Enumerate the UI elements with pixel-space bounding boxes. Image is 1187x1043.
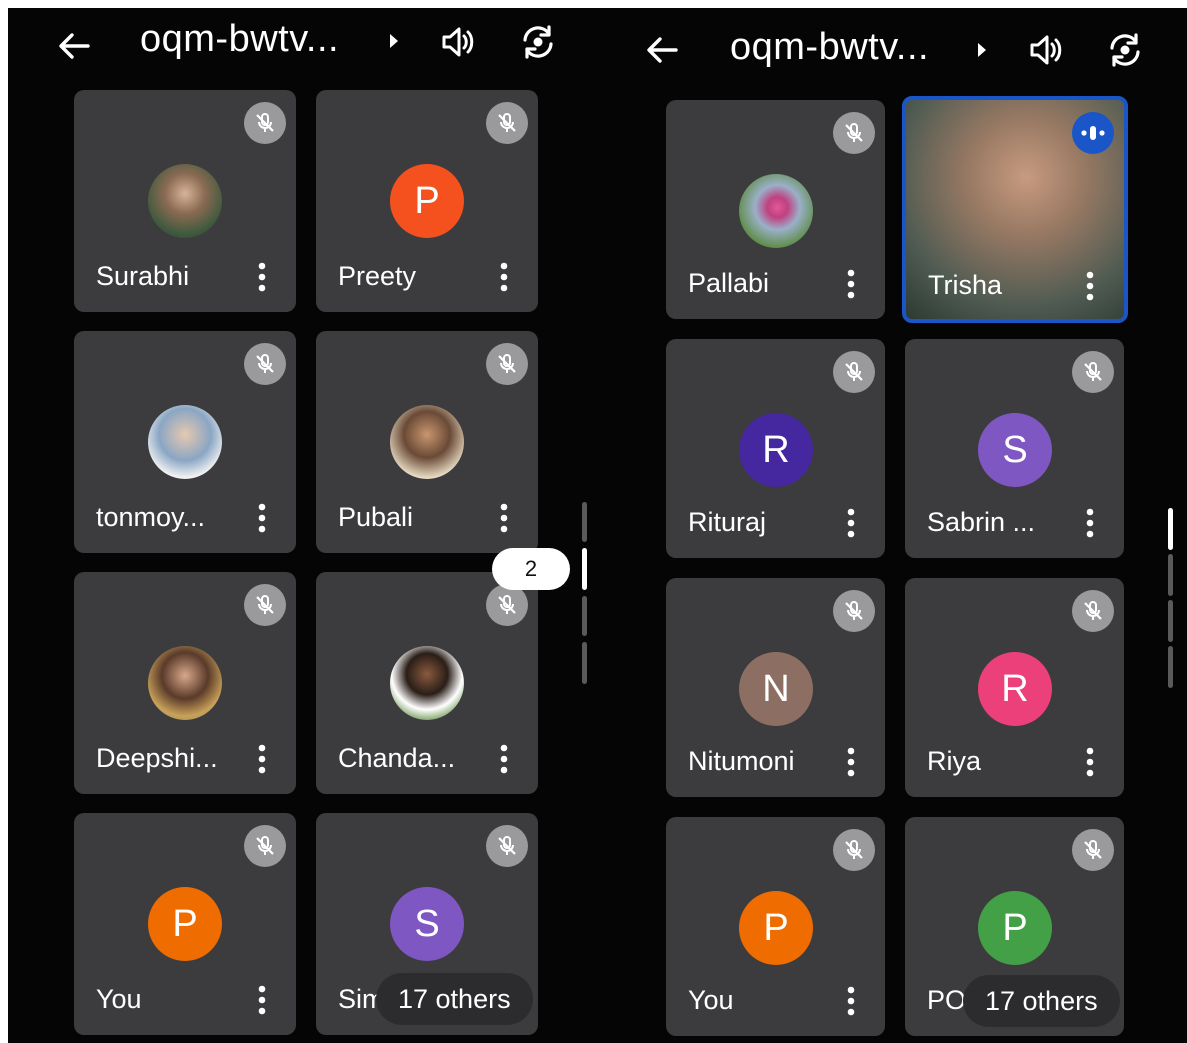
avatar: N [739,652,813,726]
page-scroll-indicator[interactable] [582,502,587,542]
arrow-back-icon[interactable] [54,26,94,66]
avatar [148,405,222,479]
participant-tile[interactable]: R Riya [905,578,1124,797]
avatar [390,405,464,479]
mic-off-icon [1072,590,1114,632]
mic-off-icon [486,825,528,867]
more-vert-icon[interactable] [256,744,268,774]
participant-name: Preety [338,261,417,291]
mic-off-icon [244,343,286,385]
speaking-indicator-icon [1072,112,1114,154]
participant-tile[interactable]: Deepshi... [74,572,296,794]
participant-tile[interactable]: P You [74,813,296,1035]
more-vert-icon[interactable] [498,503,510,533]
switch-camera-icon[interactable] [1105,30,1145,70]
mic-off-icon [833,829,875,871]
avatar [148,646,222,720]
participant-name: Pallabi [688,268,770,298]
others-button[interactable]: 17 others [963,975,1120,1027]
participant-tile[interactable]: Surabhi [74,90,296,312]
mic-off-icon [1072,829,1114,871]
arrow-back-icon[interactable] [642,30,682,70]
more-vert-icon[interactable] [498,262,510,292]
switch-camera-icon[interactable] [518,22,558,62]
more-vert-icon[interactable] [1084,271,1096,301]
avatar: P [739,891,813,965]
participant-tile[interactable]: P You [666,817,885,1036]
avatar: R [978,652,1052,726]
mic-off-icon [486,584,528,626]
participant-name: tonmoy... [96,502,206,532]
participant-name: You [688,985,734,1015]
mic-off-icon [486,102,528,144]
participant-name: Trisha [928,270,1003,300]
participant-name: Riya [927,746,982,776]
participant-name: Pubali [338,502,414,532]
more-vert-icon[interactable] [1084,508,1096,538]
page-scroll-indicator[interactable] [1168,600,1173,642]
others-button[interactable]: 17 others [376,973,533,1025]
more-vert-icon[interactable] [1084,747,1096,777]
participant-tile[interactable]: Chanda... [316,572,538,794]
page-scroll-indicator[interactable] [1168,554,1173,596]
caret-right-icon[interactable] [976,42,988,58]
mic-off-icon [833,112,875,154]
avatar [390,646,464,720]
more-vert-icon[interactable] [256,262,268,292]
participant-tile[interactable]: P Preety [316,90,538,312]
avatar: P [390,164,464,238]
mic-off-icon [1072,351,1114,393]
participant-tile[interactable]: S Sabrin ... [905,339,1124,558]
avatar: P [148,887,222,961]
avatar: S [978,413,1052,487]
participant-name: Rituraj [688,507,767,537]
page-scroll-indicator-current[interactable] [1168,508,1173,550]
participant-tile[interactable]: Pallabi [666,100,885,319]
caret-right-icon[interactable] [388,33,400,49]
participant-name: Nitumoni [688,746,795,776]
meeting-title[interactable]: oqm-bwtv... [730,26,929,69]
mic-off-icon [244,102,286,144]
avatar [739,174,813,248]
page-scroll-indicator[interactable] [1168,646,1173,688]
avatar: P [978,891,1052,965]
participant-tile[interactable]: R Rituraj [666,339,885,558]
participant-name: Sabrin ... [927,507,1036,537]
mic-off-icon [244,584,286,626]
speaker-icon[interactable] [438,22,478,62]
participant-name: You [96,984,142,1014]
mic-off-icon [833,590,875,632]
page-scroll-indicator[interactable] [582,642,587,684]
participant-tile-active-speaker[interactable]: Trisha [902,96,1128,323]
right-meet-screen: oqm-bwtv... Pallabi Trisha R Rituraj S S… [600,8,1187,1043]
meeting-title[interactable]: oqm-bwtv... [140,18,339,61]
participant-tile[interactable]: tonmoy... [74,331,296,553]
more-vert-icon[interactable] [845,508,857,538]
page-number-bubble: 2 [492,548,570,590]
participant-name: Chanda... [338,743,456,773]
top-app-bar: oqm-bwtv... [600,8,1187,78]
more-vert-icon[interactable] [845,269,857,299]
page-scroll-indicator-current[interactable] [582,548,587,590]
participant-name: Deepshi... [96,743,218,773]
participant-name: Surabhi [96,261,190,291]
participant-tile[interactable]: Pubali [316,331,538,553]
more-vert-icon[interactable] [256,985,268,1015]
top-app-bar: oqm-bwtv... [8,8,600,78]
mic-off-icon [486,343,528,385]
mic-off-icon [244,825,286,867]
page-scroll-indicator[interactable] [582,596,587,636]
avatar [148,164,222,238]
avatar: R [739,413,813,487]
participant-tile[interactable]: N Nitumoni [666,578,885,797]
speaker-icon[interactable] [1026,30,1066,70]
more-vert-icon[interactable] [845,747,857,777]
avatar: S [390,887,464,961]
more-vert-icon[interactable] [498,744,510,774]
left-meet-screen: oqm-bwtv... Surabhi P Preety tonmoy... P… [8,8,600,1043]
mic-off-icon [833,351,875,393]
more-vert-icon[interactable] [845,986,857,1016]
more-vert-icon[interactable] [256,503,268,533]
